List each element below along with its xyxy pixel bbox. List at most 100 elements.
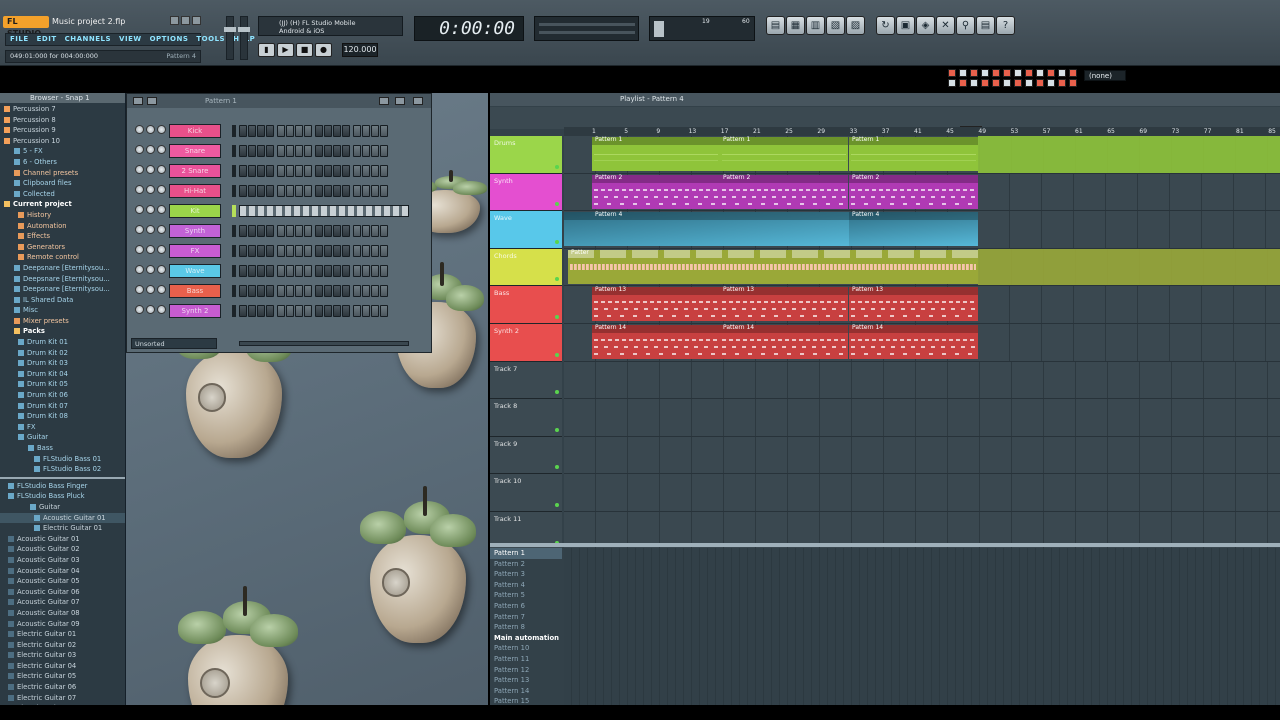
browser-item[interactable]: IL Shared Data <box>0 295 125 306</box>
pattern-list-item[interactable]: Pattern 15 <box>490 696 562 707</box>
browser-item[interactable]: Acoustic Guitar 09 <box>0 619 125 630</box>
pattern-list-item[interactable]: Pattern 2 <box>490 559 562 570</box>
track-mute-led[interactable] <box>555 352 559 357</box>
snap-tool-icon[interactable] <box>1047 69 1055 77</box>
step-button[interactable] <box>333 225 341 237</box>
pan-knob[interactable] <box>146 125 155 134</box>
snap-tool-icon[interactable] <box>970 79 978 87</box>
rack-menu-icon[interactable] <box>133 97 143 105</box>
step-button[interactable] <box>286 185 294 197</box>
track-header[interactable]: Track 10 <box>490 474 562 512</box>
step-button[interactable] <box>248 265 256 277</box>
step-button[interactable] <box>362 305 370 317</box>
track-mute-led[interactable] <box>555 314 559 319</box>
browser-item[interactable]: Packs <box>0 326 125 337</box>
step-button[interactable] <box>353 305 361 317</box>
browser-item[interactable]: Drum Kit 08 <box>0 411 125 422</box>
step-button[interactable] <box>277 185 285 197</box>
step-button[interactable] <box>353 125 361 137</box>
snap-tool-icon[interactable] <box>1036 79 1044 87</box>
channel-select-led[interactable] <box>232 245 236 257</box>
menu-item-channels[interactable]: CHANNELS <box>61 34 115 45</box>
browser-item[interactable]: Electric Guitar 04 <box>0 661 125 672</box>
track-mute-led[interactable] <box>555 502 559 507</box>
browser-item[interactable]: Drum Kit 01 <box>0 337 125 348</box>
step-button[interactable] <box>315 265 323 277</box>
step-button[interactable] <box>286 245 294 257</box>
step-button[interactable] <box>286 165 294 177</box>
pattern-list-item[interactable]: Pattern 13 <box>490 675 562 686</box>
step-button[interactable] <box>371 245 379 257</box>
browser-item[interactable]: Acoustic Guitar 04 <box>0 566 125 577</box>
step-button[interactable] <box>333 185 341 197</box>
mute-knob[interactable] <box>135 145 144 154</box>
step-button[interactable] <box>353 225 361 237</box>
step-button[interactable] <box>266 245 274 257</box>
step-button[interactable] <box>295 245 303 257</box>
step-button[interactable] <box>324 165 332 177</box>
snap-tool-icon[interactable] <box>992 69 1000 77</box>
step-button[interactable] <box>380 265 388 277</box>
search-icon[interactable]: ⚲ <box>956 16 975 35</box>
browser-item[interactable]: FLStudio Bass 02 <box>0 464 125 475</box>
browser-item[interactable]: FX <box>0 422 125 433</box>
step-button[interactable] <box>248 125 256 137</box>
step-button[interactable] <box>342 145 350 157</box>
automation-clip[interactable]: Pattern 4 <box>849 211 978 247</box>
browser-item[interactable]: Collected <box>0 189 125 200</box>
channel-button[interactable]: Synth <box>169 224 221 238</box>
mute-knob[interactable] <box>135 185 144 194</box>
step-button[interactable] <box>380 305 388 317</box>
volume-knob[interactable] <box>157 305 166 314</box>
browser-item[interactable]: Drum Kit 04 <box>0 369 125 380</box>
step-button[interactable] <box>324 305 332 317</box>
step-button[interactable] <box>277 245 285 257</box>
pattern-clip[interactable]: Pattern 1 <box>849 136 978 171</box>
step-button[interactable] <box>353 145 361 157</box>
browser-item[interactable]: Deepsnare [Eternitysou... <box>0 274 125 285</box>
browser-item[interactable]: Acoustic Guitar 01 <box>0 534 125 545</box>
channel-button[interactable]: Bass <box>169 284 221 298</box>
step-button[interactable] <box>266 285 274 297</box>
step-button[interactable] <box>353 165 361 177</box>
snap-tool-icon[interactable] <box>1014 69 1022 77</box>
browser-item[interactable]: Electric Guitar 05 <box>0 671 125 682</box>
track-header[interactable]: Track 9 <box>490 436 562 475</box>
snap-tool-icon[interactable] <box>992 79 1000 87</box>
step-button[interactable] <box>286 225 294 237</box>
step-button[interactable] <box>371 305 379 317</box>
step-button[interactable] <box>342 125 350 137</box>
step-button[interactable] <box>304 305 312 317</box>
step-button[interactable] <box>239 185 247 197</box>
snap-tool-icon[interactable] <box>1069 69 1077 77</box>
browser-item[interactable]: Guitar <box>0 502 125 513</box>
track-lane[interactable] <box>564 436 1280 475</box>
pan-knob[interactable] <box>146 205 155 214</box>
channel-button[interactable]: Wave <box>169 264 221 278</box>
pattern-clip[interactable]: Pattern 1 <box>592 136 720 171</box>
step-button[interactable] <box>371 285 379 297</box>
browser-item[interactable]: Acoustic Guitar 01 <box>0 512 125 524</box>
browser-item[interactable]: Electric Guitar 07 <box>0 693 125 704</box>
browser-item[interactable]: Drum Kit 05 <box>0 379 125 390</box>
step-button[interactable] <box>315 225 323 237</box>
browser-item[interactable]: Acoustic Guitar 08 <box>0 608 125 619</box>
step-button[interactable] <box>239 165 247 177</box>
save-icon[interactable]: ▣ <box>896 16 915 35</box>
browser-item[interactable]: Deepsnare [Eternitysou... <box>0 284 125 295</box>
pattern-clip[interactable]: Pattern 13 <box>720 286 848 322</box>
step-button[interactable] <box>277 305 285 317</box>
pattern-list-item[interactable]: Pattern 5 <box>490 590 562 601</box>
step-button[interactable] <box>277 145 285 157</box>
snap-tool-icon[interactable] <box>1047 79 1055 87</box>
pan-knob[interactable] <box>146 225 155 234</box>
track-lane[interactable]: Patter <box>564 248 1280 287</box>
track-header[interactable]: Track 8 <box>490 399 562 437</box>
step-button[interactable] <box>362 165 370 177</box>
mute-knob[interactable] <box>135 165 144 174</box>
step-button[interactable] <box>353 265 361 277</box>
step-button[interactable] <box>333 125 341 137</box>
step-button[interactable] <box>333 165 341 177</box>
browser-item[interactable]: Acoustic Guitar 07 <box>0 597 125 608</box>
step-button[interactable] <box>333 145 341 157</box>
